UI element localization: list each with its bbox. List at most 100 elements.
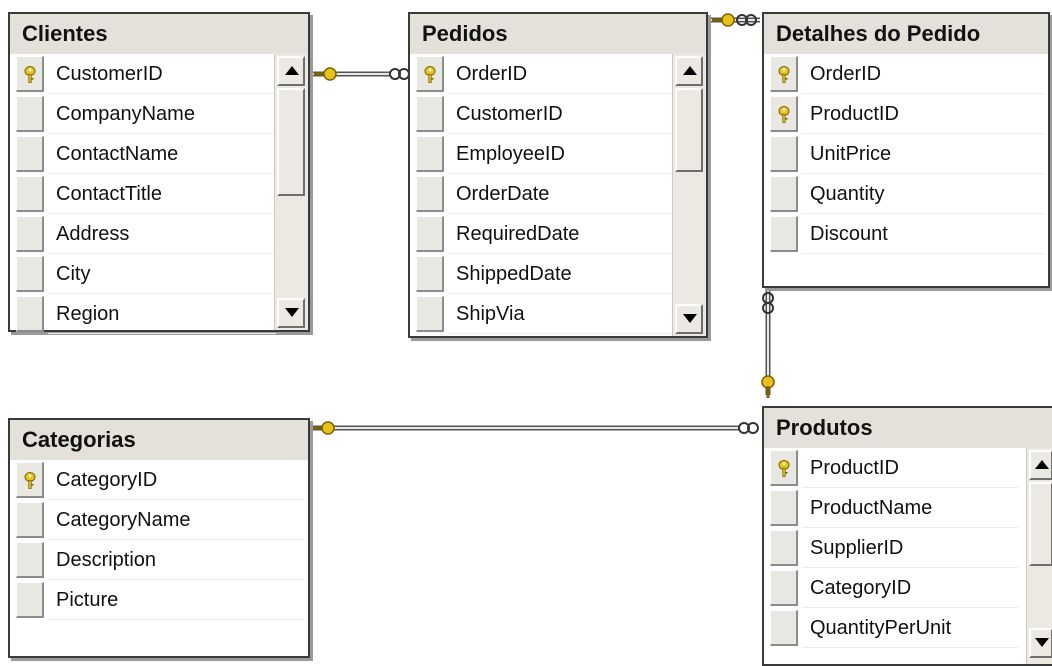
column-row[interactable]: RequiredDate (410, 214, 706, 254)
column-row[interactable]: CategoryName (10, 500, 308, 540)
row-selector[interactable] (770, 216, 798, 252)
column-row[interactable]: QuantityPerUnit (764, 608, 1052, 648)
row-selector[interactable] (416, 256, 444, 292)
column-row[interactable]: ContactName (10, 134, 308, 174)
column-row[interactable]: ProductName (764, 488, 1052, 528)
column-name: OrderID (448, 54, 674, 94)
row-selector[interactable] (770, 96, 798, 132)
table-title[interactable]: Produtos (764, 408, 1052, 448)
table-title[interactable]: Clientes (10, 14, 308, 54)
key-icon (761, 375, 775, 398)
column-name: RequiredDate (448, 214, 674, 254)
column-row[interactable]: Picture (10, 580, 308, 620)
column-row[interactable]: Quantity (764, 174, 1048, 214)
column-row[interactable]: CompanyName (10, 94, 308, 134)
row-selector[interactable] (770, 56, 798, 92)
column-row[interactable]: ProductID (764, 448, 1052, 488)
key-icon (312, 421, 335, 435)
row-selector[interactable] (16, 582, 44, 618)
column-row[interactable]: OrderID (410, 54, 706, 94)
row-selector[interactable] (416, 176, 444, 212)
column-name: ShippedDate (448, 254, 674, 294)
row-selector[interactable] (770, 610, 798, 646)
vertical-scrollbar[interactable] (274, 54, 308, 330)
row-selector[interactable] (770, 530, 798, 566)
arrow-up-icon (683, 66, 697, 75)
scroll-thumb[interactable] (1029, 482, 1052, 566)
row-selector[interactable] (416, 216, 444, 252)
column-name: CategoryID (802, 568, 1018, 608)
row-selector[interactable] (16, 256, 44, 292)
scroll-up-button[interactable] (1029, 450, 1052, 480)
row-selector[interactable] (770, 136, 798, 172)
table-categorias[interactable]: Categorias CategoryID CategoryName Descr… (8, 418, 310, 658)
column-row[interactable]: Discount (764, 214, 1048, 254)
column-name: CompanyName (48, 94, 276, 134)
column-row[interactable]: ShipVia (410, 294, 706, 334)
row-selector[interactable] (770, 176, 798, 212)
column-list: CategoryID CategoryName Description Pict… (10, 460, 308, 656)
row-selector[interactable] (416, 56, 444, 92)
column-row[interactable]: City (10, 254, 308, 294)
column-row[interactable]: OrderID (764, 54, 1048, 94)
scroll-up-button[interactable] (277, 56, 305, 86)
column-name: ShipVia (448, 294, 674, 334)
table-produtos[interactable]: Produtos ProductID ProductName SupplierI… (762, 406, 1052, 666)
scroll-down-button[interactable] (277, 298, 305, 328)
row-selector[interactable] (770, 450, 798, 486)
primary-key-icon (424, 66, 436, 83)
table-clientes[interactable]: Clientes CustomerID CompanyName ContactN… (8, 12, 310, 334)
column-name: QuantityPerUnit (802, 608, 1018, 648)
column-row[interactable]: OrderDate (410, 174, 706, 214)
scroll-down-button[interactable] (1029, 628, 1052, 658)
row-selector[interactable] (16, 542, 44, 578)
key-icon (712, 13, 735, 27)
column-row[interactable]: ContactTitle (10, 174, 308, 214)
column-row[interactable]: UnitPrice (764, 134, 1048, 174)
column-row[interactable]: CustomerID (10, 54, 308, 94)
table-title[interactable]: Pedidos (410, 14, 706, 54)
column-row[interactable]: CustomerID (410, 94, 706, 134)
column-row[interactable]: Address (10, 214, 308, 254)
row-selector[interactable] (16, 502, 44, 538)
table-detalhes-do-pedido[interactable]: Detalhes do Pedido OrderID ProductID Uni… (762, 12, 1050, 288)
row-selector[interactable] (416, 296, 444, 332)
column-row[interactable]: ShippedDate (410, 254, 706, 294)
primary-key-icon (24, 472, 36, 489)
scroll-down-button[interactable] (675, 304, 703, 334)
vertical-scrollbar[interactable] (672, 54, 706, 336)
column-row[interactable]: CategoryID (764, 568, 1052, 608)
table-title[interactable]: Categorias (10, 420, 308, 460)
table-title[interactable]: Detalhes do Pedido (764, 14, 1048, 54)
row-selector[interactable] (16, 56, 44, 92)
row-selector[interactable] (16, 216, 44, 252)
row-selector[interactable] (16, 136, 44, 172)
row-selector[interactable] (770, 570, 798, 606)
relationship-produtos-detalhes[interactable] (761, 290, 775, 398)
row-selector[interactable] (770, 490, 798, 526)
scroll-thumb[interactable] (675, 88, 703, 172)
row-selector[interactable] (16, 296, 44, 332)
column-row[interactable]: ProductID (764, 94, 1048, 134)
column-row[interactable]: SupplierID (764, 528, 1052, 568)
scroll-thumb[interactable] (277, 88, 305, 196)
row-selector[interactable] (16, 462, 44, 498)
relationship-pedidos-detalhes[interactable] (708, 13, 760, 27)
row-selector[interactable] (16, 96, 44, 132)
arrow-up-icon (285, 66, 299, 75)
vertical-scrollbar[interactable] (1026, 448, 1052, 664)
row-selector[interactable] (416, 96, 444, 132)
column-name: CategoryID (48, 460, 304, 500)
scroll-up-button[interactable] (675, 56, 703, 86)
column-row[interactable]: Region (10, 294, 308, 334)
column-row[interactable]: EmployeeID (410, 134, 706, 174)
row-selector[interactable] (416, 136, 444, 172)
column-row[interactable]: Description (10, 540, 308, 580)
row-selector[interactable] (16, 176, 44, 212)
arrow-down-icon (285, 308, 299, 317)
relationship-clientes-pedidos[interactable] (312, 67, 410, 81)
relationship-categorias-produtos[interactable] (312, 421, 759, 435)
table-pedidos[interactable]: Pedidos OrderID CustomerID EmployeeID Or… (408, 12, 708, 338)
arrow-down-icon (1035, 638, 1049, 647)
column-row[interactable]: CategoryID (10, 460, 308, 500)
